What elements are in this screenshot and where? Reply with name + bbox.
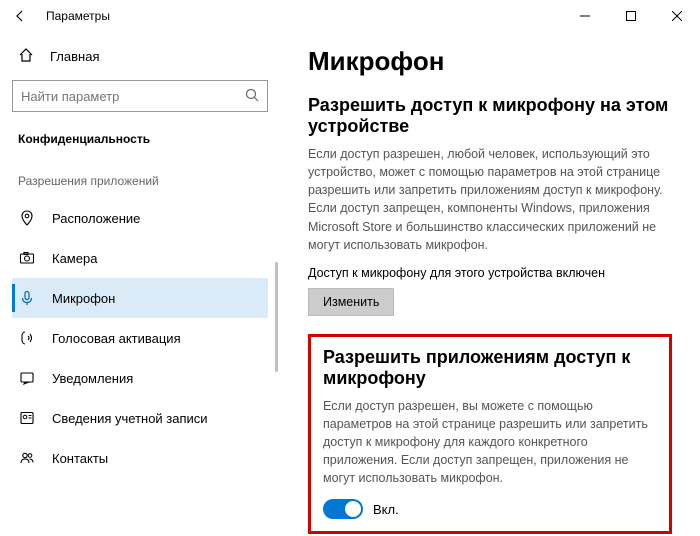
maximize-button[interactable] bbox=[608, 0, 654, 32]
titlebar: Параметры bbox=[0, 0, 700, 32]
group-title: Разрешения приложений bbox=[12, 160, 268, 198]
apps-access-toggle[interactable] bbox=[323, 499, 363, 519]
minimize-button[interactable] bbox=[562, 0, 608, 32]
contacts-icon bbox=[18, 450, 36, 466]
nav-label: Камера bbox=[52, 251, 97, 266]
section1-title: Разрешить доступ к микрофону на этом уст… bbox=[308, 95, 672, 137]
home-label: Главная bbox=[50, 49, 99, 64]
back-button[interactable] bbox=[8, 9, 32, 23]
camera-icon bbox=[18, 250, 36, 266]
highlight-box: Разрешить приложениям доступ к микрофону… bbox=[308, 334, 672, 535]
sidebar-item-microphone[interactable]: Микрофон bbox=[12, 278, 268, 318]
sidebar-item-account-info[interactable]: Сведения учетной записи bbox=[12, 398, 268, 438]
page-title: Микрофон bbox=[308, 46, 672, 77]
sidebar-item-voice-activation[interactable]: Голосовая активация bbox=[12, 318, 268, 358]
sidebar-item-location[interactable]: Расположение bbox=[12, 198, 268, 238]
voice-icon bbox=[18, 330, 36, 346]
location-icon bbox=[18, 210, 36, 226]
nav-label: Голосовая активация bbox=[52, 331, 181, 346]
nav-label: Сведения учетной записи bbox=[52, 411, 208, 426]
notifications-icon bbox=[18, 370, 36, 386]
nav-label: Контакты bbox=[52, 451, 108, 466]
nav-label: Микрофон bbox=[52, 291, 115, 306]
scrollbar-thumb[interactable] bbox=[275, 262, 278, 372]
search-box[interactable] bbox=[12, 80, 268, 112]
section1-body: Если доступ разрешен, любой человек, исп… bbox=[308, 145, 672, 254]
nav-label: Уведомления bbox=[52, 371, 133, 386]
access-status: Доступ к микрофону для этого устройства … bbox=[308, 266, 672, 280]
sidebar-item-camera[interactable]: Камера bbox=[12, 238, 268, 278]
microphone-icon bbox=[18, 290, 36, 306]
nav-label: Расположение bbox=[52, 211, 140, 226]
window-title: Параметры bbox=[46, 9, 110, 23]
section2-title: Разрешить приложениям доступ к микрофону bbox=[323, 347, 657, 389]
toggle-label: Вкл. bbox=[373, 502, 399, 517]
search-icon bbox=[245, 88, 259, 105]
search-input[interactable] bbox=[21, 89, 245, 104]
sidebar-item-contacts[interactable]: Контакты bbox=[12, 438, 268, 478]
sidebar-item-notifications[interactable]: Уведомления bbox=[12, 358, 268, 398]
close-button[interactable] bbox=[654, 0, 700, 32]
home-nav[interactable]: Главная bbox=[12, 38, 268, 74]
section-title: Конфиденциальность bbox=[12, 124, 268, 160]
section2-body: Если доступ разрешен, вы можете с помощь… bbox=[323, 397, 657, 488]
sidebar: Главная Конфиденциальность Разрешения пр… bbox=[0, 32, 280, 536]
change-button[interactable]: Изменить bbox=[308, 288, 394, 316]
account-info-icon bbox=[18, 410, 36, 426]
content-pane: Микрофон Разрешить доступ к микрофону на… bbox=[280, 32, 700, 536]
home-icon bbox=[18, 47, 34, 66]
